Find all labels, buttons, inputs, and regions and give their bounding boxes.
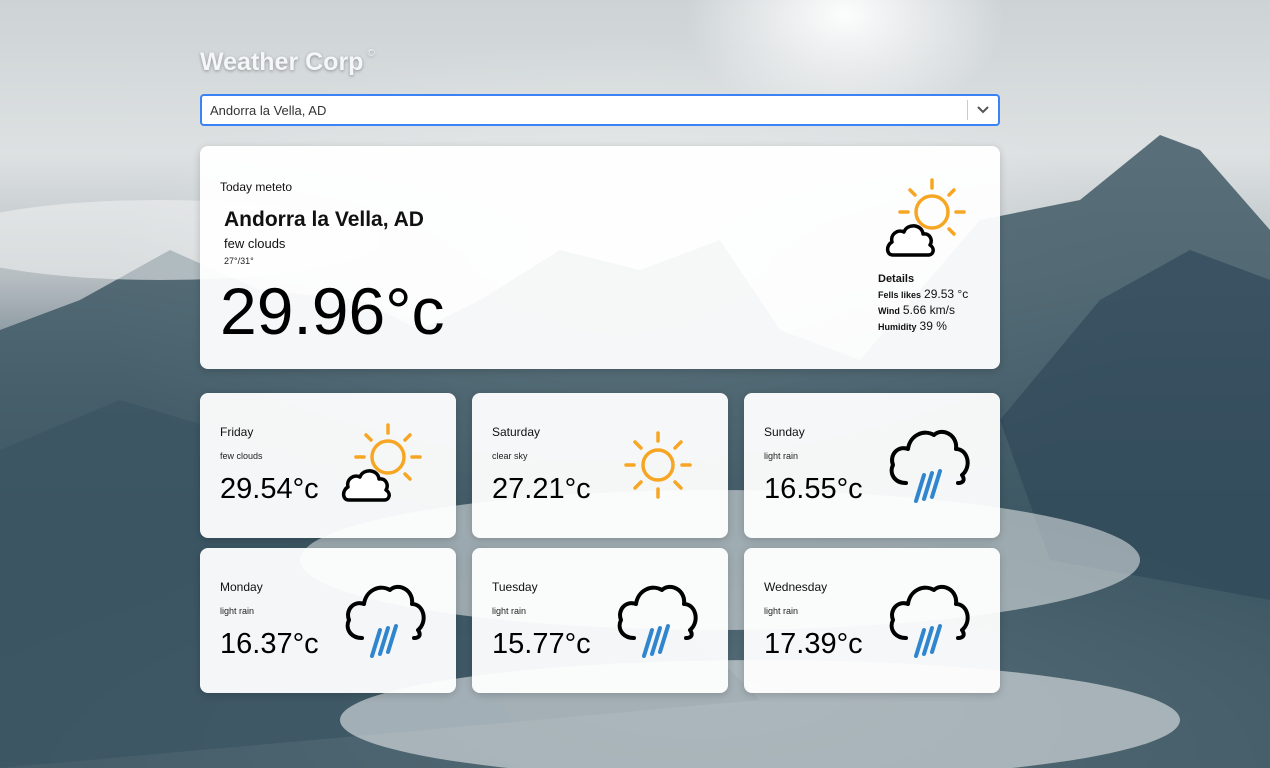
forecast-temperature: 16.37°c — [220, 628, 319, 660]
wind-row: Wind 5.66 km/s — [878, 303, 998, 319]
forecast-temperature: 17.39°c — [764, 628, 863, 660]
humidity-label: Humidity — [878, 322, 917, 332]
wind-label: Wind — [878, 306, 900, 316]
chevron-down-icon[interactable] — [968, 96, 998, 124]
sun-cloud-icon — [341, 423, 422, 502]
forecast-card-wednesday: Wednesday light rain 17.39°c — [744, 548, 1000, 693]
rain-cloud-icon — [889, 584, 970, 658]
details-title: Details — [878, 273, 915, 285]
forecast-description: few clouds — [220, 451, 263, 461]
sun-cloud-icon — [885, 178, 966, 257]
forecast-description: clear sky — [492, 451, 528, 461]
forecast-day: Friday — [220, 425, 254, 439]
city-select[interactable]: Andorra la Vella, AD — [200, 94, 1000, 126]
forecast-temperature: 15.77°c — [492, 628, 591, 660]
humidity-value: 39 % — [919, 319, 947, 333]
rain-cloud-icon — [345, 584, 426, 658]
today-temperature: 29.96°c — [220, 274, 445, 348]
humidity-row: Humidity 39 % — [878, 319, 998, 335]
brand-name: Weather Corp — [200, 48, 364, 76]
forecast-card-tuesday: Tuesday light rain 15.77°c — [472, 548, 728, 693]
feels-like-label: Fells likes — [878, 290, 922, 300]
forecast-description: light rain — [764, 451, 799, 461]
sun-icon — [624, 431, 692, 499]
forecast-description: light rain — [492, 606, 527, 616]
forecast-description: light rain — [220, 606, 255, 616]
today-card: Today meteto Andorra la Vella, AD few cl… — [200, 146, 1000, 369]
forecast-description: light rain — [764, 606, 799, 616]
rain-cloud-icon — [889, 429, 970, 503]
forecast-card-saturday: Saturday clear sky 27.21°c — [472, 393, 728, 538]
forecast-day: Monday — [220, 580, 263, 594]
rain-cloud-icon — [617, 584, 698, 658]
forecast-card-friday: Friday few clouds 29.54°c — [200, 393, 456, 538]
today-label: Today meteto — [220, 180, 293, 194]
details-panel: Details Fells likes 29.53 °c Wind 5.66 km/… — [878, 273, 998, 335]
forecast-temperature: 27.21°c — [492, 473, 591, 505]
today-city: Andorra la Vella, AD — [224, 208, 424, 231]
city-select-value: Andorra la Vella, AD — [210, 102, 327, 118]
forecast-card-sunday: Sunday light rain 16.55°c — [744, 393, 1000, 538]
forecast-temperature: 29.54°c — [220, 473, 319, 505]
brand-title: Weather Corp © — [200, 48, 375, 77]
forecast-day: Wednesday — [764, 580, 828, 594]
wind-value: 5.66 km/s — [902, 303, 955, 317]
forecast-card-monday: Monday light rain 16.37°c — [200, 548, 456, 693]
forecast-temperature: 16.55°c — [764, 473, 863, 505]
forecast-day: Tuesday — [492, 580, 538, 594]
feels-like-row: Fells likes 29.53 °c — [878, 287, 998, 303]
forecast-day: Sunday — [764, 425, 805, 439]
forecast-day: Saturday — [492, 425, 541, 439]
today-temp-range: 27°/31° — [224, 256, 254, 266]
copyright-mark: © — [367, 48, 375, 59]
today-description: few clouds — [224, 236, 286, 251]
feels-like-value: 29.53 °c — [924, 287, 969, 301]
